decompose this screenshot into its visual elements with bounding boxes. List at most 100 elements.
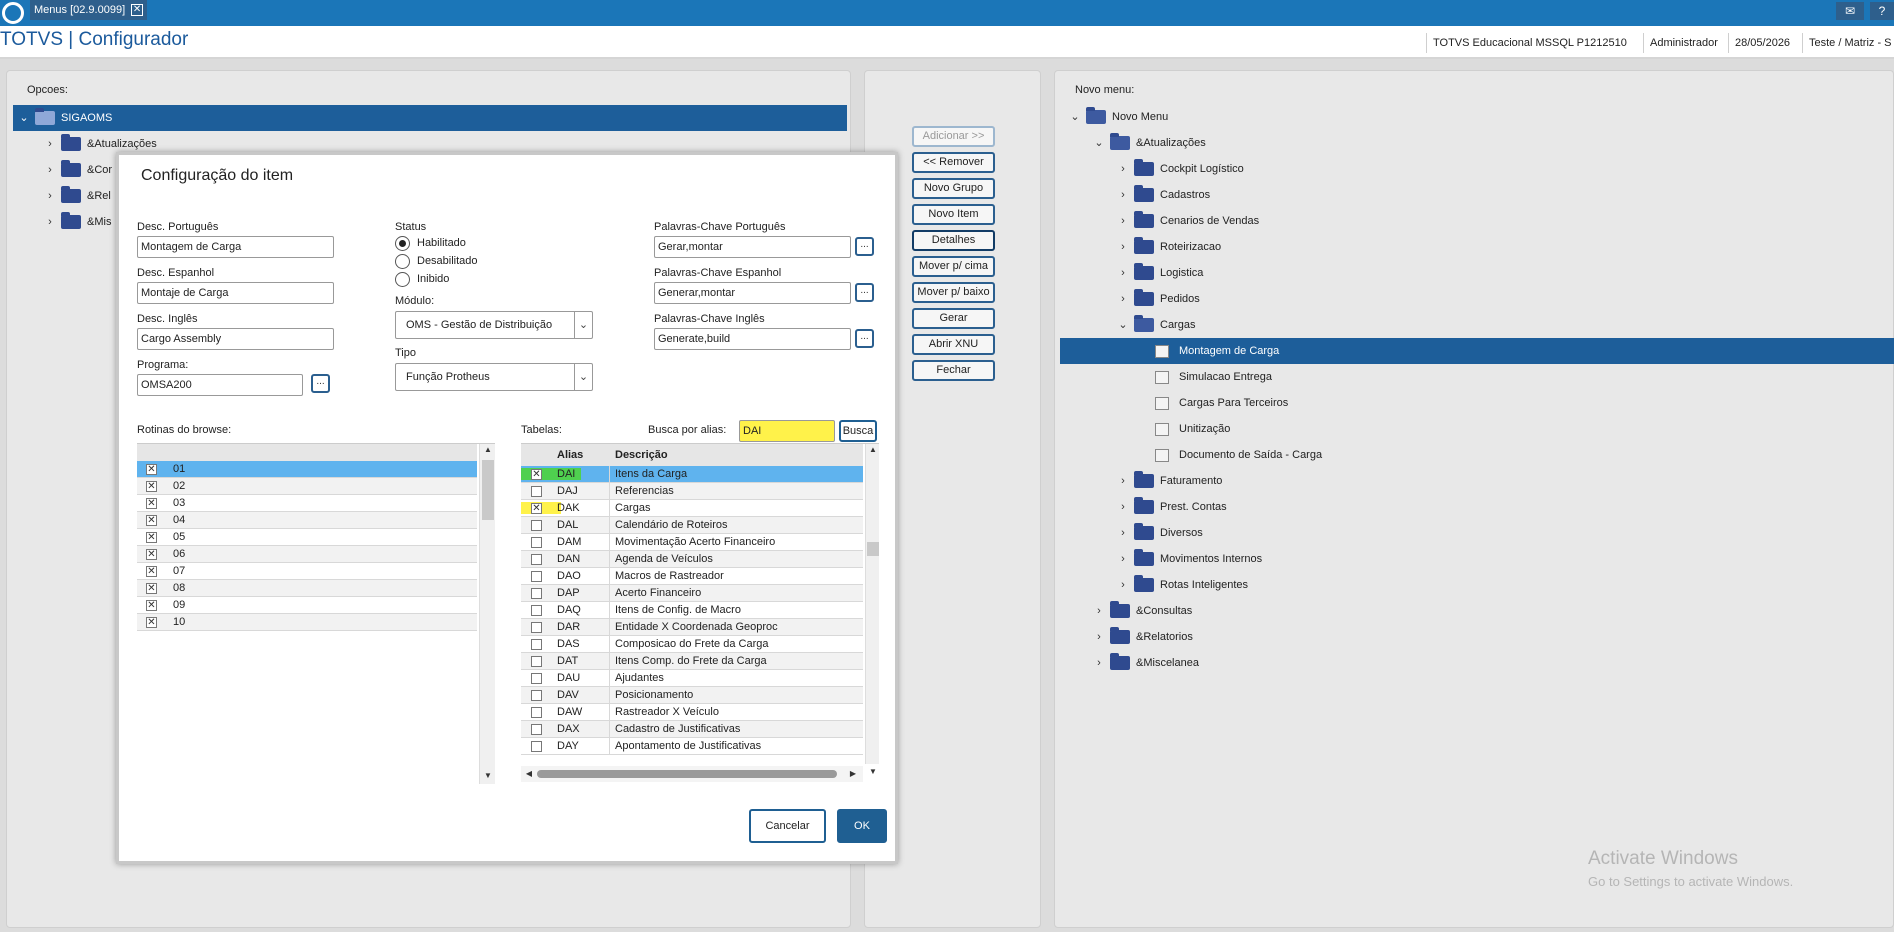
busca-button[interactable]: Busca — [839, 420, 877, 442]
open-xnu-button[interactable]: Abrir XNU — [912, 334, 995, 355]
help-icon[interactable]: ? — [1870, 2, 1894, 20]
tabela-row[interactable]: DAQ Itens de Config. de Macro — [521, 602, 863, 619]
tabela-row[interactable]: ✕ DAI Itens da Carga — [521, 466, 863, 483]
programa-lookup-button[interactable]: ... — [311, 374, 330, 393]
tree-item[interactable]: › Cenarios de Vendas — [1068, 208, 1894, 234]
tree-leaf[interactable]: Documento de Saída - Carga — [1068, 442, 1894, 468]
rotina-checkbox[interactable]: ✕ — [146, 600, 157, 611]
chevron-right-icon[interactable]: › — [43, 157, 57, 183]
tree-item[interactable]: › Prest. Contas — [1068, 494, 1894, 520]
chevron-right-icon[interactable]: › — [43, 183, 57, 209]
tree-leaf-selected[interactable]: Montagem de Carga — [1060, 338, 1894, 364]
tree-item[interactable]: › Roteirizacao — [1068, 234, 1894, 260]
tree-item[interactable]: › Cockpit Logístico — [1068, 156, 1894, 182]
tabela-checkbox[interactable] — [531, 639, 542, 650]
tree-item[interactable]: › &Consultas — [1068, 598, 1894, 624]
tabela-checkbox[interactable] — [531, 571, 542, 582]
rotina-row[interactable]: ✕ 10 — [137, 614, 477, 631]
tabela-checkbox[interactable]: ✕ — [531, 469, 542, 480]
tree-item[interactable]: › Pedidos — [1068, 286, 1894, 312]
add-button[interactable]: Adicionar >> — [912, 126, 995, 147]
scroll-up-icon[interactable]: ▲ — [867, 444, 879, 456]
kw-en-field[interactable]: Generate,build — [654, 328, 851, 350]
tree-item[interactable]: › &Relatorios — [1068, 624, 1894, 650]
tabela-row[interactable]: DAV Posicionamento — [521, 687, 863, 704]
tipo-select[interactable]: Função Protheus ⌄ — [395, 363, 593, 391]
chevron-right-icon[interactable]: › — [1116, 520, 1130, 546]
tree-item[interactable]: › Faturamento — [1068, 468, 1894, 494]
chevron-right-icon[interactable]: › — [1116, 468, 1130, 494]
scroll-thumb[interactable] — [537, 770, 837, 778]
chevron-right-icon[interactable]: › — [1116, 260, 1130, 286]
alias-column-header[interactable]: Alias — [557, 449, 583, 461]
rotina-checkbox[interactable]: ✕ — [146, 515, 157, 526]
tabela-checkbox[interactable] — [531, 622, 542, 633]
rotina-row[interactable]: ✕ 09 — [137, 597, 477, 614]
tabela-checkbox[interactable] — [531, 605, 542, 616]
tabela-row[interactable]: DAN Agenda de Veículos — [521, 551, 863, 568]
rotina-row[interactable]: ✕ 02 — [137, 478, 477, 495]
tabela-row[interactable]: DAX Cadastro de Justificativas — [521, 721, 863, 738]
tree-item[interactable]: › Rotas Inteligentes — [1068, 572, 1894, 598]
tabela-checkbox[interactable] — [531, 537, 542, 548]
generate-button[interactable]: Gerar — [912, 308, 995, 329]
scroll-thumb[interactable] — [867, 542, 879, 556]
busca-alias-field[interactable]: DAI — [739, 420, 835, 442]
tabela-row[interactable]: DAW Rastreador X Veículo — [521, 704, 863, 721]
chevron-down-icon[interactable]: ⌄ — [574, 364, 592, 390]
rotina-row[interactable]: ✕ 05 — [137, 529, 477, 546]
tabela-checkbox[interactable] — [531, 673, 542, 684]
tabela-row[interactable]: DAM Movimentação Acerto Financeiro — [521, 534, 863, 551]
tabela-checkbox[interactable] — [531, 588, 542, 599]
rotina-checkbox[interactable]: ✕ — [146, 498, 157, 509]
scroll-right-icon[interactable]: ▶ — [847, 768, 859, 780]
tabela-checkbox[interactable] — [531, 707, 542, 718]
tabela-checkbox[interactable] — [531, 724, 542, 735]
chevron-right-icon[interactable]: › — [1116, 546, 1130, 572]
kw-pt-lookup-button[interactable]: ... — [855, 237, 874, 256]
new-group-button[interactable]: Novo Grupo — [912, 178, 995, 199]
rotina-checkbox[interactable]: ✕ — [146, 481, 157, 492]
programa-field[interactable]: OMSA200 — [137, 374, 303, 396]
tabela-row[interactable]: DAS Composicao do Frete da Carga — [521, 636, 863, 653]
chevron-right-icon[interactable]: › — [43, 131, 57, 157]
rotina-checkbox[interactable]: ✕ — [146, 464, 157, 475]
tabela-row[interactable]: DAO Macros de Rastreador — [521, 568, 863, 585]
remove-button[interactable]: << Remover — [912, 152, 995, 173]
tabela-row[interactable]: DAR Entidade X Coordenada Geoproc — [521, 619, 863, 636]
scroll-down-icon[interactable]: ▼ — [482, 770, 494, 782]
desc-pt-field[interactable]: Montagem de Carga — [137, 236, 334, 258]
tabelas-vscrollbar[interactable]: ▲ ▼ — [865, 444, 879, 776]
tabela-row[interactable]: DAL Calendário de Roteiros — [521, 517, 863, 534]
tabela-row[interactable]: DAP Acerto Financeiro — [521, 585, 863, 602]
rotina-checkbox[interactable]: ✕ — [146, 617, 157, 628]
chevron-right-icon[interactable]: › — [1092, 598, 1106, 624]
scroll-down-icon[interactable]: ▼ — [867, 766, 879, 778]
chevron-right-icon[interactable]: › — [1116, 494, 1130, 520]
move-down-button[interactable]: Mover p/ baixo — [912, 282, 995, 303]
tabela-checkbox[interactable] — [531, 656, 542, 667]
mail-icon[interactable]: ✉ — [1836, 2, 1864, 20]
chevron-right-icon[interactable]: › — [1116, 182, 1130, 208]
tabela-checkbox[interactable] — [531, 520, 542, 531]
scroll-up-icon[interactable]: ▲ — [482, 444, 494, 456]
rotina-row[interactable]: ✕ 01 — [137, 461, 477, 478]
descricao-column-header[interactable]: Descrição — [615, 449, 668, 461]
tabela-checkbox[interactable]: ✕ — [531, 503, 542, 514]
desc-en-field[interactable]: Cargo Assembly — [137, 328, 334, 350]
chevron-right-icon[interactable]: › — [43, 209, 57, 235]
cancel-button[interactable]: Cancelar — [749, 809, 826, 843]
tree-item[interactable]: › Movimentos Internos — [1068, 546, 1894, 572]
details-button[interactable]: Detalhes — [912, 230, 995, 251]
tabelas-hscrollbar[interactable]: ◀ ▶ — [521, 766, 863, 782]
move-up-button[interactable]: Mover p/ cima — [912, 256, 995, 277]
status-radio-inibido[interactable] — [395, 272, 410, 287]
chevron-down-icon[interactable]: ⌄ — [1068, 104, 1082, 130]
tree-item[interactable]: › Cadastros — [1068, 182, 1894, 208]
rotina-row[interactable]: ✕ 07 — [137, 563, 477, 580]
scroll-left-icon[interactable]: ◀ — [523, 768, 535, 780]
chevron-right-icon[interactable]: › — [1116, 572, 1130, 598]
tab-menus[interactable]: Menus [02.9.0099] ✕ — [30, 0, 148, 20]
tree-item[interactable]: ⌄ Cargas — [1068, 312, 1894, 338]
chevron-down-icon[interactable]: ⌄ — [1116, 312, 1130, 338]
